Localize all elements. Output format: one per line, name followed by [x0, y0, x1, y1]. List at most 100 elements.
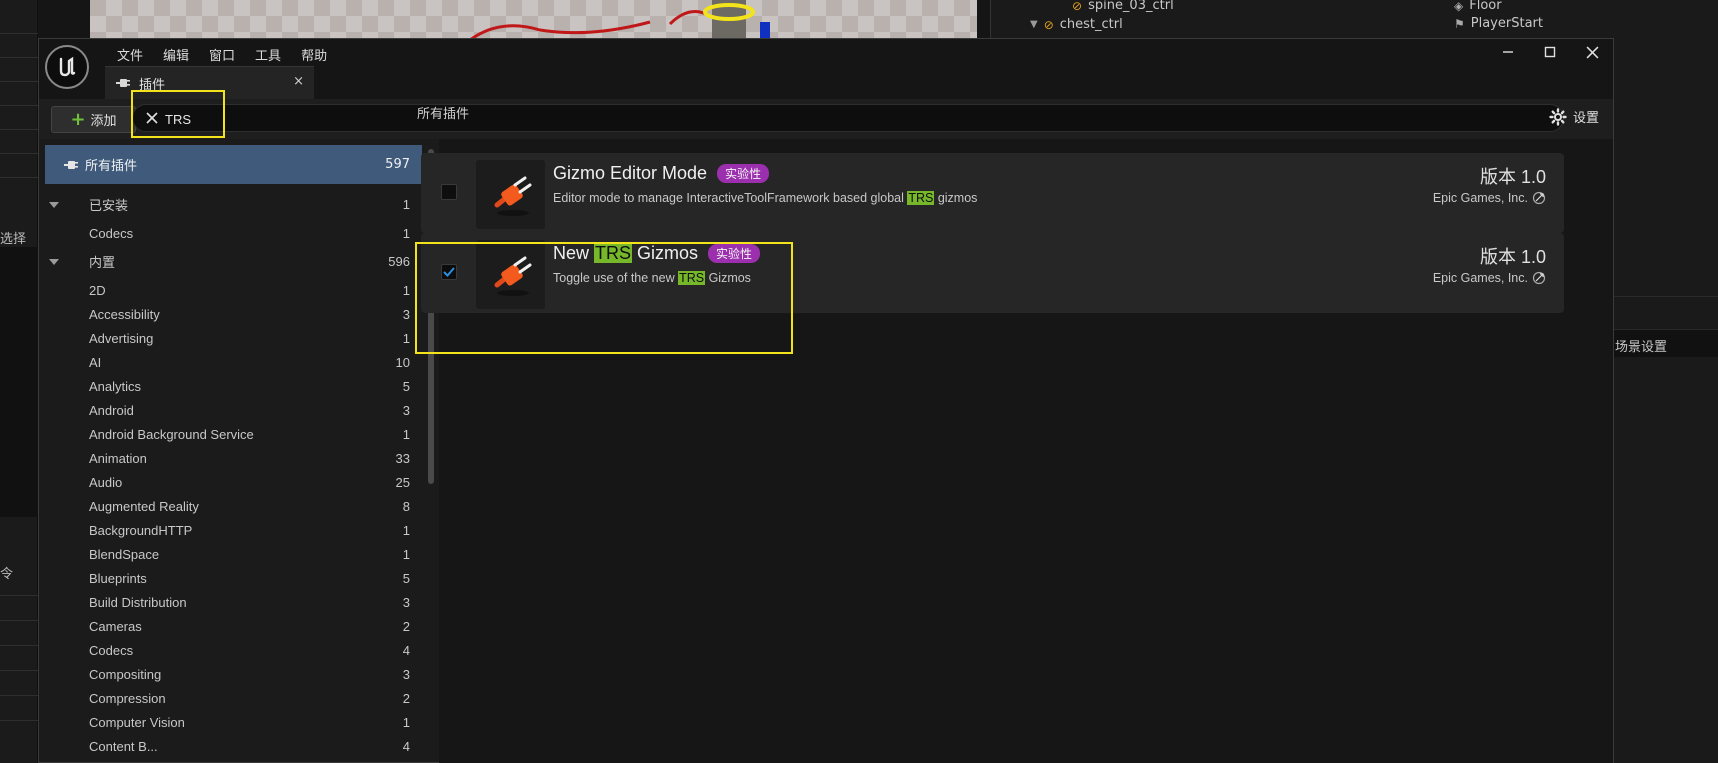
- vendor-link[interactable]: Epic Games, Inc.: [1433, 271, 1528, 285]
- plugin-plug-icon: [116, 79, 130, 87]
- category-item[interactable]: Advertising 1: [45, 326, 422, 350]
- category-item[interactable]: Codecs 4: [45, 638, 422, 662]
- category-count: 1: [402, 282, 410, 298]
- category-item[interactable]: Android 3: [45, 398, 422, 422]
- world-outliner-item[interactable]: ◈ Floor: [1454, 0, 1502, 13]
- category-label: Compositing: [89, 666, 162, 682]
- category-label: 所有插件: [85, 159, 138, 174]
- category-count: 3: [402, 402, 410, 418]
- expand-arrow-icon[interactable]: [49, 258, 59, 265]
- collapse-arrow-icon: ▼: [1030, 19, 1038, 30]
- category-count: 1: [402, 197, 410, 212]
- menu-file[interactable]: 文件: [107, 45, 153, 64]
- menu-window[interactable]: 窗口: [199, 45, 245, 64]
- screen: 选择 令 ⊘ spine_03_ctrl ▼ ⊘ chest_ctrl ◈ Fl…: [0, 0, 1718, 763]
- enable-checkbox[interactable]: [441, 184, 457, 200]
- category-item[interactable]: Compositing 3: [45, 662, 422, 686]
- category-count: 5: [402, 570, 410, 586]
- category-label: Animation: [89, 450, 147, 466]
- category-item[interactable]: Analytics 5: [45, 374, 422, 398]
- player-start-icon: ⚑: [1454, 16, 1465, 31]
- plus-icon: +: [70, 108, 86, 130]
- category-label: BackgroundHTTP: [89, 522, 193, 538]
- category-count: 4: [402, 642, 410, 658]
- world-outliner-item[interactable]: ⚑ PlayerStart: [1454, 16, 1543, 31]
- category-count: 597: [385, 157, 410, 172]
- category-item[interactable]: Accessibility 3: [45, 302, 422, 326]
- category-item[interactable]: Content B... 4: [45, 734, 422, 758]
- desc-text: gizmos: [934, 191, 978, 205]
- plugin-version: 版本 1.0: [1479, 247, 1546, 267]
- category-group[interactable]: 内置 596: [45, 245, 422, 278]
- add-plugin-button[interactable]: + 添加: [51, 106, 136, 133]
- category-item[interactable]: Blueprints 5: [45, 566, 422, 590]
- external-link-icon[interactable]: [1532, 271, 1546, 285]
- category-item[interactable]: BlendSpace 1: [45, 542, 422, 566]
- category-list: 所有插件 597 已安装 1 Codecs 1 内置 596 2D 1 Accessibilit…: [45, 145, 430, 763]
- category-item[interactable]: AI 10: [45, 350, 422, 374]
- close-icon: [1586, 46, 1598, 58]
- expand-arrow-icon[interactable]: [49, 201, 59, 208]
- category-item[interactable]: Android Background Service 1: [45, 422, 422, 446]
- tab-close-button[interactable]: ×: [293, 74, 304, 89]
- category-label: Compression: [89, 690, 166, 706]
- category-item[interactable]: BackgroundHTTP 1: [45, 518, 422, 542]
- background-option-dropdown[interactable]: 令: [0, 563, 13, 582]
- category-count: 3: [402, 666, 410, 682]
- menu-edit[interactable]: 编辑: [153, 45, 199, 64]
- close-window-button[interactable]: [1571, 39, 1613, 65]
- plugins-dialog: 文件 编辑 窗口 工具 帮助 插件 × + 添加 TRS 设置 所有插件 597…: [38, 38, 1614, 763]
- background-left-panel: 选择 令: [0, 0, 38, 763]
- category-count: 8: [402, 498, 410, 514]
- category-label: Codecs: [89, 642, 134, 658]
- menu-tools[interactable]: 工具: [245, 45, 291, 64]
- category-count: 3: [402, 594, 410, 610]
- bone-icon: ⊘: [1072, 0, 1083, 13]
- world-settings-label: 场景设置: [1615, 340, 1668, 355]
- category-label: Content B...: [89, 738, 158, 754]
- category-count: 1: [402, 225, 410, 241]
- category-item[interactable]: Animation 33: [45, 446, 422, 470]
- vendor-link[interactable]: Epic Games, Inc.: [1433, 191, 1528, 205]
- desc-text: Editor mode to manage InteractiveToolFra…: [553, 191, 908, 205]
- category-item[interactable]: 2D 1: [45, 278, 422, 302]
- category-label: 2D: [89, 282, 106, 298]
- external-link-icon[interactable]: [1532, 191, 1546, 205]
- category-item[interactable]: Computer Vision 1: [45, 710, 422, 734]
- category-group[interactable]: 已安装 1: [45, 188, 422, 221]
- annotation-highlight-search: [131, 90, 225, 138]
- minimize-button[interactable]: [1487, 39, 1529, 65]
- settings-button[interactable]: 设置: [1549, 107, 1599, 126]
- menu-help[interactable]: 帮助: [291, 45, 337, 64]
- plugin-vendor: Epic Games, Inc.: [1433, 271, 1546, 285]
- category-count: 3: [402, 306, 410, 322]
- settings-label: 设置: [1572, 111, 1599, 126]
- menu-bar: 文件 编辑 窗口 工具 帮助: [107, 42, 337, 66]
- outliner-item[interactable]: ▼ ⊘ chest_ctrl: [1030, 17, 1123, 32]
- category-label: Android Background Service: [89, 426, 254, 442]
- add-button-label: 添加: [90, 114, 117, 129]
- category-item[interactable]: Compression 2: [45, 686, 422, 710]
- category-item[interactable]: Cameras 2: [45, 614, 422, 638]
- unreal-logo-icon: [45, 45, 89, 89]
- bone-icon: ⊘: [1043, 17, 1054, 32]
- world-settings-tab[interactable]: 场景设置: [1615, 336, 1667, 355]
- category-item[interactable]: Codecs 1: [45, 221, 422, 245]
- category-count: 1: [402, 522, 410, 538]
- outliner-item[interactable]: ⊘ spine_03_ctrl: [1072, 0, 1174, 13]
- category-item[interactable]: Build Distribution 3: [45, 590, 422, 614]
- category-label: Blueprints: [89, 570, 147, 586]
- category-count: 2: [402, 690, 410, 706]
- plugin-name: Gizmo Editor Mode 实验性: [553, 163, 770, 184]
- category-all-plugins[interactable]: 所有插件 597: [45, 145, 422, 184]
- category-item[interactable]: Augmented Reality 8: [45, 494, 422, 518]
- search-input[interactable]: [165, 108, 1545, 130]
- background-select-dropdown[interactable]: 选择: [0, 228, 26, 247]
- plugin-description: Editor mode to manage InteractiveToolFra…: [553, 191, 977, 205]
- maximize-button[interactable]: [1529, 39, 1571, 65]
- experimental-badge: 实验性: [717, 164, 770, 183]
- category-label: AI: [89, 354, 102, 370]
- category-label: 内置: [89, 255, 116, 270]
- category-item[interactable]: Audio 25: [45, 470, 422, 494]
- maximize-icon: [1544, 46, 1556, 58]
